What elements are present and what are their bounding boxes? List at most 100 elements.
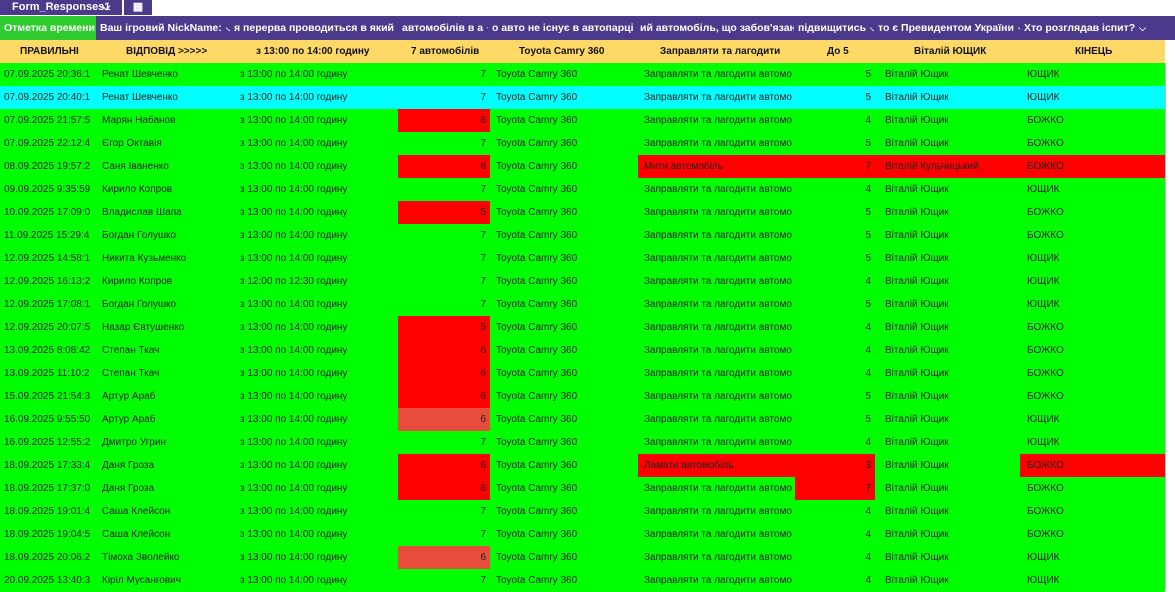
cell-ts[interactable]: 20.09.2025 13:40:3 [0, 569, 96, 592]
cell-duty[interactable]: Заправляти та лагодити автомо [638, 293, 795, 316]
table-row[interactable]: 18.09.2025 17:37:0 Даня Гроза з 13:00 по 1… [0, 477, 1165, 500]
cell-time[interactable]: з 13:00 по 14:00 годину [240, 201, 398, 224]
cell-ts[interactable]: 11.09.2025 15:29:4 [0, 224, 96, 247]
cell-car[interactable]: Toyota Camry 360 [490, 224, 638, 247]
cell-cars[interactable]: 8 [398, 155, 490, 178]
cell-car[interactable]: Toyota Camry 360 [490, 385, 638, 408]
cell-duty[interactable]: Заправляти та лагодити автомо [638, 247, 795, 270]
cell-duty[interactable]: Заправляти та лагодити автомо [638, 431, 795, 454]
cell-duty[interactable]: Мити автомобіль [638, 155, 795, 178]
cell-cars[interactable]: 7 [398, 569, 490, 592]
cell-time[interactable]: з 13:00 по 14:00 годину [240, 224, 398, 247]
cell-examiner[interactable]: БОЖКО [1020, 201, 1165, 224]
cell-cars[interactable]: 7 [398, 523, 490, 546]
table-row[interactable]: 16.09.2025 9:55:50 Артур Араб з 13:00 по 1… [0, 408, 1165, 431]
cell-ts[interactable]: 08.09.2025 19:57:2 [0, 155, 96, 178]
cell-ts[interactable]: 12.09.2025 20:07:5 [0, 316, 96, 339]
cell-level[interactable]: 7 [795, 155, 875, 178]
cell-examiner[interactable]: ЮЩИК [1020, 270, 1165, 293]
table-row[interactable]: 09.09.2025 9:35:59 Кирило Копров з 13:00 п… [0, 178, 1165, 201]
table-row[interactable]: 12.09.2025 20:07:5 Назар Євтушенко з 13:00… [0, 316, 1165, 339]
cell-ts[interactable]: 16.09.2025 9:55:50 [0, 408, 96, 431]
cell-cars[interactable]: 6 [398, 546, 490, 569]
cell-president[interactable]: Віталій Ющик [875, 132, 1020, 155]
cell-level[interactable]: 5 [795, 408, 875, 431]
column-header-9[interactable]: Хто розглядав іспит? ⌵ [1020, 16, 1165, 40]
cell-examiner[interactable]: БОЖКО [1020, 477, 1165, 500]
cell-level[interactable]: 5 [795, 385, 875, 408]
table-row[interactable]: 07.09.2025 22:12:4 Єгор Октавія з 13:00 по… [0, 132, 1165, 155]
cell-level[interactable]: 4 [795, 569, 875, 592]
cell-ts[interactable]: 13.09.2025 11:10:2 [0, 362, 96, 385]
cell-car[interactable]: Toyota Camry 360 [490, 109, 638, 132]
cell-cars[interactable]: 7 [398, 500, 490, 523]
column-header-3[interactable]: я перерва проводиться в який⌵ [230, 16, 398, 40]
cell-level[interactable]: 4 [795, 431, 875, 454]
cell-examiner[interactable]: ЮЩИК [1020, 408, 1165, 431]
cell-time[interactable]: з 13:00 по 14:00 годину [240, 132, 398, 155]
cell-examiner[interactable]: БОЖКО [1020, 109, 1165, 132]
cell-car[interactable]: Toyota Camry 360 [490, 362, 638, 385]
cell-president[interactable]: Віталій Ющик [875, 201, 1020, 224]
cell-nick[interactable]: Степан Ткач [96, 362, 240, 385]
cell-time[interactable]: з 13:00 по 14:00 годину [240, 362, 398, 385]
cell-time[interactable]: з 13:00 по 14:00 годину [240, 109, 398, 132]
cell-duty[interactable]: Заправляти та лагодити автомо [638, 178, 795, 201]
table-row[interactable]: 12.09.2025 16:13:2 Кирило Копров з 12:00 п… [0, 270, 1165, 293]
cell-level[interactable]: 7 [795, 477, 875, 500]
cell-nick[interactable]: Даня Гроза [96, 477, 240, 500]
cell-ts[interactable]: 07.09.2025 20:36:1 [0, 63, 96, 86]
cell-president[interactable]: Віталій Ющик [875, 431, 1020, 454]
cell-ts[interactable]: 18.09.2025 17:37:0 [0, 477, 96, 500]
cell-level[interactable]: 5 [795, 132, 875, 155]
cell-level[interactable]: 5 [795, 63, 875, 86]
cell-nick[interactable]: Саня Іваненко [96, 155, 240, 178]
cell-car[interactable]: Toyota Camry 360 [490, 293, 638, 316]
cell-duty[interactable]: Заправляти та лагодити автомо [638, 500, 795, 523]
cell-nick[interactable]: Богдан Голушко [96, 224, 240, 247]
cell-car[interactable]: Toyota Camry 360 [490, 86, 638, 109]
cell-car[interactable]: Toyota Camry 360 [490, 270, 638, 293]
cell-time[interactable]: з 13:00 по 14:00 годину [240, 155, 398, 178]
cell-president[interactable]: Віталій Ющик [875, 109, 1020, 132]
cell-time[interactable]: з 12:00 по 12:30 годину [240, 270, 398, 293]
cell-time[interactable]: з 13:00 по 14:00 годину [240, 316, 398, 339]
cell-president[interactable]: Віталій Ющик [875, 569, 1020, 592]
cell-president[interactable]: Віталій Ющик [875, 477, 1020, 500]
cell-car[interactable]: Toyota Camry 360 [490, 316, 638, 339]
cell-president[interactable]: Віталій Ющик [875, 63, 1020, 86]
column-header-4[interactable]: автомобілів в а⌵ [398, 16, 488, 40]
cell-cars[interactable]: 6 [398, 109, 490, 132]
cell-time[interactable]: з 13:00 по 14:00 годину [240, 339, 398, 362]
cell-level[interactable]: 5 [795, 247, 875, 270]
table-row[interactable]: 18.09.2025 19:01:4 Саша Клейсон з 13:00 по… [0, 500, 1165, 523]
cell-examiner[interactable]: ЮЩИК [1020, 63, 1165, 86]
table-row[interactable]: 18.09.2025 20:06:2 Тімоха Зволейко з 13:00… [0, 546, 1165, 569]
cell-ts[interactable]: 09.09.2025 9:35:59 [0, 178, 96, 201]
cell-nick[interactable]: Єгор Октавія [96, 132, 240, 155]
cell-examiner[interactable]: ЮЩИК [1020, 546, 1165, 569]
table-row[interactable]: 13.09.2025 8:08:42 Степан Ткач з 13:00 по … [0, 339, 1165, 362]
cell-nick[interactable]: Кирило Копров [96, 270, 240, 293]
cell-duty[interactable]: Заправляти та лагодити автомо [638, 523, 795, 546]
cell-level[interactable]: 5 [795, 201, 875, 224]
cell-duty[interactable]: Заправляти та лагодити автомо [638, 132, 795, 155]
cell-examiner[interactable]: БОЖКО [1020, 500, 1165, 523]
cell-nick[interactable]: Тімоха Зволейко [96, 546, 240, 569]
cell-car[interactable]: Toyota Camry 360 [490, 63, 638, 86]
cell-duty[interactable]: Заправляти та лагодити автомо [638, 86, 795, 109]
table-row[interactable]: 15.09.2025 21:54:3 Артур Араб з 13:00 по 1… [0, 385, 1165, 408]
cell-time[interactable]: з 13:00 по 14:00 годину [240, 477, 398, 500]
cell-nick[interactable]: Ренат Шевченко [96, 63, 240, 86]
cell-examiner[interactable]: БОЖКО [1020, 385, 1165, 408]
cell-level[interactable]: 4 [795, 546, 875, 569]
cell-car[interactable]: Toyota Camry 360 [490, 132, 638, 155]
table-row[interactable]: 16.09.2025 12:55:2 Дмитро Угрин з 13:00 по… [0, 431, 1165, 454]
table-row[interactable]: 20.09.2025 13:40:3 Кіріл Мусангович з 13:0… [0, 569, 1165, 592]
cell-president[interactable]: Віталій Ющик [875, 339, 1020, 362]
table-row[interactable]: 10.09.2025 17:09:0 Владислав Шапа з 13:00 … [0, 201, 1165, 224]
cell-car[interactable]: Toyota Camry 360 [490, 454, 638, 477]
cell-examiner[interactable]: БОЖКО [1020, 523, 1165, 546]
cell-cars[interactable]: 7 [398, 86, 490, 109]
cell-president[interactable]: Віталій Ющик [875, 454, 1020, 477]
